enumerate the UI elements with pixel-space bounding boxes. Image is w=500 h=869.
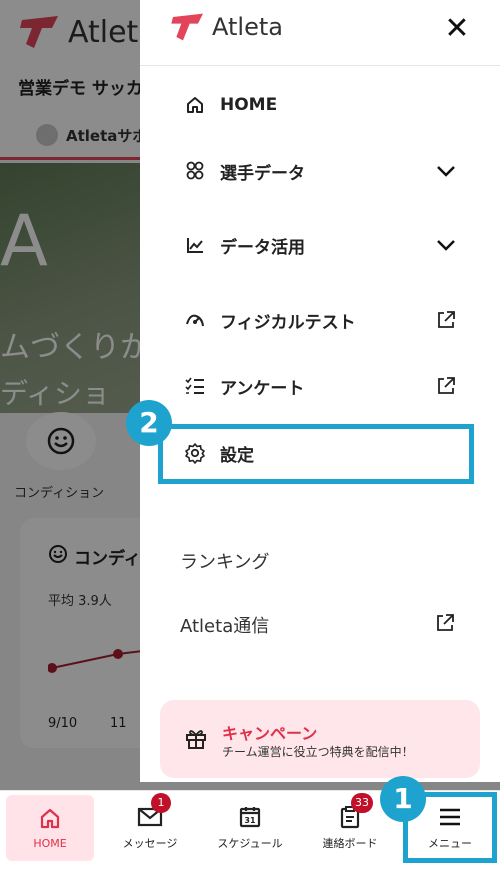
checklist-icon: [184, 375, 206, 397]
menu-item-home[interactable]: HOME: [140, 80, 500, 130]
gift-icon: [184, 726, 208, 754]
campaign-subtitle: チーム運営に役立つ特典を配信中！: [222, 745, 414, 759]
settings-highlight-box: [158, 424, 474, 484]
campaign-title: キャンペーン: [222, 724, 318, 743]
menu-item-label: 選手データ: [220, 163, 305, 184]
external-link-icon: [434, 308, 458, 332]
nav-label: メッセージ: [122, 837, 178, 850]
chevron-down-icon[interactable]: [434, 159, 458, 183]
menu-item-data-usage[interactable]: データ活用: [140, 220, 500, 270]
menu-item-physical-test[interactable]: フィジカルテスト: [140, 295, 500, 345]
menu-item-survey[interactable]: アンケート: [140, 361, 500, 411]
nav-label: スケジュール: [217, 837, 283, 850]
nav-label: 連絡ボード: [322, 837, 378, 850]
unread-badge: 1: [151, 793, 171, 813]
drawer-logo: Atleta: [168, 12, 283, 42]
drawer-logo-text: Atleta: [212, 13, 283, 41]
menu-item-label: フィジカルテスト: [220, 312, 356, 333]
side-drawer: Atleta ✕ HOME 選手データ データ活用 フィジカルテスト アンケート…: [140, 0, 500, 782]
home-icon: [184, 94, 206, 116]
menu-item-label: アンケート: [220, 378, 305, 399]
players-icon: [184, 160, 206, 182]
external-link-icon: [434, 374, 458, 398]
mail-icon: 1: [137, 793, 171, 829]
chevron-down-icon[interactable]: [434, 233, 458, 257]
external-link-icon: [434, 612, 456, 638]
step-1-badge: 1: [380, 776, 426, 822]
menu-item-label: HOME: [220, 95, 278, 115]
nav-messages[interactable]: 1 メッセージ: [106, 793, 194, 861]
nav-label: HOME: [33, 836, 67, 850]
unread-badge: 33: [351, 793, 373, 813]
nav-schedule[interactable]: 31 スケジュール: [206, 795, 294, 861]
calendar-icon: 31: [237, 805, 263, 829]
close-icon[interactable]: ✕: [440, 12, 474, 46]
home-icon: [37, 807, 63, 831]
menu-item-label: データ活用: [220, 237, 305, 258]
nav-home[interactable]: HOME: [6, 795, 94, 861]
chart-icon: [184, 234, 206, 256]
campaign-banner[interactable]: キャンペーン チーム運営に役立つ特典を配信中！: [160, 700, 480, 778]
step-2-badge: 2: [126, 400, 172, 446]
menu-item-atleta-news[interactable]: Atleta通信: [180, 612, 269, 638]
physical-icon: [184, 309, 206, 331]
menu-item-players[interactable]: 選手データ: [140, 146, 500, 196]
svg-text:31: 31: [244, 816, 256, 825]
menu-item-ranking[interactable]: ランキング: [180, 548, 269, 574]
drawer-header: Atleta ✕: [140, 0, 500, 66]
clipboard-icon: 33: [337, 793, 373, 829]
atleta-logo-icon: [171, 13, 203, 41]
